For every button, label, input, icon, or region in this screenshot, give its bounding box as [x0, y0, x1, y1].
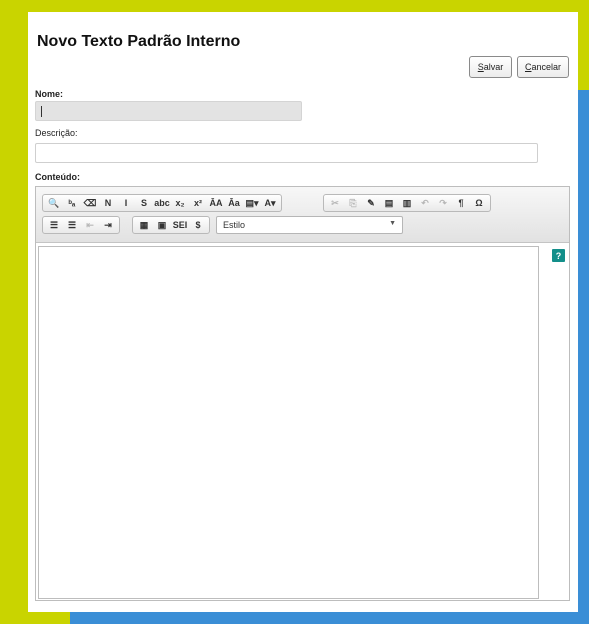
indent-icon[interactable]: ⇥	[100, 217, 116, 233]
bullet-list-icon[interactable]: ☰	[64, 217, 80, 233]
cancel-button-label: ancelar	[531, 62, 562, 72]
strikethrough-abc-button[interactable]: abc	[154, 195, 170, 211]
redo-icon[interactable]: ↷	[435, 195, 451, 211]
editor-toolbar: 🔍 ᵇₐ ⌫ N I Sabc x₂ x² ĀA Āa ▤▾ A▾ ✂ ⎘ ✎ ▤ ▥ ↶ ↷ ¶ Ω ☰ ☰ ⇤ ⇥ ▦ ▣…	[36, 187, 569, 243]
cut-icon[interactable]: ✂	[327, 195, 343, 211]
nome-label: Nome:	[35, 89, 64, 99]
paste-word-icon[interactable]: ▥	[399, 195, 415, 211]
rich-text-editor: 🔍 ᵇₐ ⌫ N I Sabc x₂ x² ĀA Āa ▤▾ A▾ ✂ ⎘ ✎ ▤ ▥ ↶ ↷ ¶ Ω ☰ ☰ ⇤ ⇥ ▦ ▣…	[35, 186, 570, 601]
background-color-button[interactable]: A▾	[262, 195, 278, 211]
copy-icon[interactable]: ⎘	[345, 195, 361, 211]
format-painter-icon[interactable]: ✎	[363, 195, 379, 211]
app-frame: Novo Texto Padrão Interno Salvar Cancela…	[0, 0, 589, 624]
style-select-value: Estilo	[223, 220, 246, 230]
descricao-label: Descrição:	[35, 128, 78, 138]
frame-band-bottom-yellow	[0, 612, 70, 624]
subscript-button[interactable]: x₂	[172, 195, 188, 211]
outdent-icon[interactable]: ⇤	[82, 217, 98, 233]
frame-band-right-blue	[578, 90, 589, 624]
numbered-list-icon[interactable]: ☰	[46, 217, 62, 233]
cancel-button[interactable]: Cancelar	[517, 56, 569, 78]
eraser-icon[interactable]: ⌫	[82, 195, 98, 211]
save-button[interactable]: Salvar	[469, 56, 512, 78]
strike-button[interactable]: S	[136, 195, 152, 211]
omega-icon[interactable]: Ω	[471, 195, 487, 211]
form-panel: Novo Texto Padrão Interno Salvar Cancela…	[28, 12, 578, 612]
help-icon[interactable]: ?	[552, 249, 565, 262]
frame-band-bottom-blue	[70, 612, 589, 624]
save-button-label: alvar	[483, 62, 504, 72]
superscript-button[interactable]: x²	[190, 195, 206, 211]
toolbar-group-lists: ☰ ☰ ⇤ ⇥	[42, 216, 120, 234]
conteudo-label: Conteúdo:	[35, 172, 80, 182]
dollar-icon[interactable]: $	[190, 217, 206, 233]
undo-icon[interactable]: ↶	[417, 195, 433, 211]
toolbar-group-clipboard: ✂ ⎘ ✎ ▤ ▥ ↶ ↷ ¶ Ω	[323, 194, 491, 212]
text-color-button[interactable]: ▤▾	[244, 195, 260, 211]
paste-text-icon[interactable]: ▤	[381, 195, 397, 211]
descricao-input[interactable]	[35, 143, 538, 163]
image-icon[interactable]: ▣	[154, 217, 170, 233]
toolbar-group-format: 🔍 ᵇₐ ⌫ N I Sabc x₂ x² ĀA Āa ▤▾ A▾	[42, 194, 282, 212]
table-icon[interactable]: ▦	[136, 217, 152, 233]
toolbar-group-insert: ▦ ▣ SEI $	[132, 216, 210, 234]
frame-band-left	[0, 0, 28, 624]
lowercase-button[interactable]: Āa	[226, 195, 242, 211]
paragraph-icon[interactable]: ¶	[453, 195, 469, 211]
style-select[interactable]: Estilo ▼	[216, 216, 403, 234]
uppercase-button[interactable]: ĀA	[208, 195, 224, 211]
chevron-down-icon: ▼	[389, 220, 396, 227]
text-caret	[41, 106, 42, 117]
nome-input[interactable]	[35, 101, 302, 121]
sei-link-icon[interactable]: SEI	[172, 217, 188, 233]
editor-content-area[interactable]	[38, 246, 539, 599]
page-title: Novo Texto Padrão Interno	[37, 33, 241, 50]
frame-band-top	[0, 0, 589, 12]
replace-icon[interactable]: ᵇₐ	[64, 195, 80, 211]
find-icon[interactable]: 🔍	[46, 195, 62, 211]
bold-button[interactable]: N	[100, 195, 116, 211]
frame-band-right-yellow	[578, 0, 589, 90]
italic-button[interactable]: I	[118, 195, 134, 211]
